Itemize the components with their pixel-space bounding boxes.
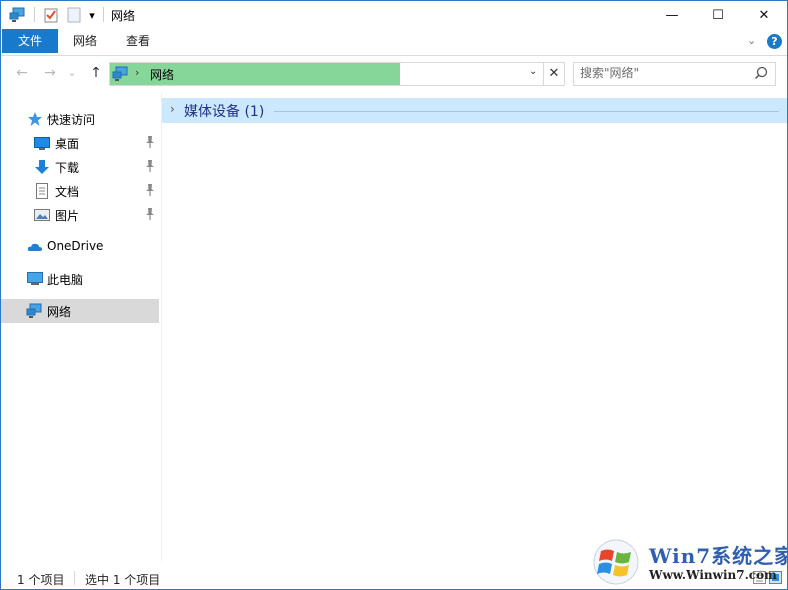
status-divider xyxy=(74,571,75,585)
content-pane: › 媒体设备 (1) xyxy=(162,93,787,561)
quick-access-dropdown-icon[interactable]: ▾ xyxy=(85,5,99,25)
nav-item-documents[interactable]: 文档 xyxy=(1,179,159,203)
breadcrumb-separator-icon[interactable]: › xyxy=(135,66,139,79)
window-title: 网络 xyxy=(111,9,136,23)
nav-item-onedrive[interactable]: OneDrive xyxy=(1,235,159,259)
download-icon xyxy=(34,159,50,175)
toolbar-divider xyxy=(34,7,35,22)
maximize-button[interactable]: ☐ xyxy=(695,1,741,29)
star-icon xyxy=(27,111,43,127)
clear-address-button[interactable]: ✕ xyxy=(543,62,565,86)
address-bar[interactable]: › 网络 ⌄ xyxy=(109,62,544,86)
tab-view[interactable]: 查看 xyxy=(115,29,161,53)
nav-item-desktop[interactable]: 桌面 xyxy=(1,131,159,155)
desktop-icon xyxy=(34,135,50,151)
up-button[interactable]: ↑ xyxy=(87,64,105,82)
back-button[interactable]: ← xyxy=(13,64,31,82)
selected-count: 选中 1 个项目 xyxy=(85,573,161,587)
windows-logo-icon xyxy=(593,539,639,585)
properties-icon[interactable] xyxy=(41,5,61,25)
nav-label: 图片 xyxy=(55,209,80,223)
close-button[interactable]: ✕ xyxy=(741,1,787,29)
pin-icon[interactable] xyxy=(144,159,156,173)
watermark: Win7系统之家 Www.Winwin7.com xyxy=(589,537,788,589)
explorer-window: ▾ 网络 — ☐ ✕ 文件 网络 查看 ⌄ ? ← → ⌄ ↑ › 网络 ⌄ ✕ xyxy=(0,0,788,590)
chevron-right-icon[interactable]: › xyxy=(170,102,175,116)
pin-icon[interactable] xyxy=(144,183,156,197)
document-icon xyxy=(34,183,50,199)
item-count: 1 个项目 xyxy=(17,573,65,587)
ribbon-tabs: 文件 网络 查看 ⌄ ? xyxy=(1,29,787,56)
address-dropdown-icon[interactable]: ⌄ xyxy=(529,66,537,77)
title-bar: ▾ 网络 — ☐ ✕ xyxy=(1,1,787,29)
forward-button[interactable]: → xyxy=(41,64,59,82)
search-input[interactable] xyxy=(580,65,750,81)
breadcrumb-network[interactable]: 网络 xyxy=(150,66,174,83)
network-icon xyxy=(112,66,130,85)
nav-label: 桌面 xyxy=(55,137,80,151)
pin-icon[interactable] xyxy=(144,135,156,149)
nav-item-downloads[interactable]: 下载 xyxy=(1,155,159,179)
new-folder-icon[interactable] xyxy=(64,5,84,25)
network-icon xyxy=(26,303,42,319)
group-divider xyxy=(274,111,779,112)
watermark-url: Www.Winwin7.com xyxy=(649,568,777,582)
search-icon[interactable] xyxy=(754,66,768,83)
nav-item-network[interactable]: 网络 xyxy=(1,299,159,323)
help-icon[interactable]: ? xyxy=(767,34,782,49)
nav-label: OneDrive xyxy=(47,239,104,253)
pin-icon[interactable] xyxy=(144,207,156,221)
nav-label: 此电脑 xyxy=(47,273,84,287)
group-label: 媒体设备 (1) xyxy=(184,104,265,120)
tab-network[interactable]: 网络 xyxy=(61,29,109,53)
navigation-pane: 快速访问 桌面 下载 文档 图片 OneDrive 此电脑 网络 xyxy=(1,93,162,561)
pictures-icon xyxy=(34,207,50,223)
computer-icon xyxy=(27,271,43,287)
search-box[interactable] xyxy=(573,62,776,86)
nav-label: 文档 xyxy=(55,185,80,199)
group-header-media-devices[interactable]: › 媒体设备 (1) xyxy=(162,98,787,123)
nav-label: 网络 xyxy=(47,305,72,319)
nav-label: 下载 xyxy=(55,161,80,175)
nav-label: 快速访问 xyxy=(47,113,96,127)
recent-locations-button[interactable]: ⌄ xyxy=(65,64,79,82)
toolbar-divider xyxy=(103,7,104,22)
tab-file[interactable]: 文件 xyxy=(2,29,58,53)
watermark-title: Win7系统之家 xyxy=(649,544,788,568)
minimize-button[interactable]: — xyxy=(649,1,695,29)
nav-item-pictures[interactable]: 图片 xyxy=(1,203,159,227)
expand-ribbon-icon[interactable]: ⌄ xyxy=(747,34,756,47)
nav-item-this-pc[interactable]: 此电脑 xyxy=(1,267,159,291)
network-icon[interactable] xyxy=(7,5,29,25)
nav-item-quick-access[interactable]: 快速访问 xyxy=(1,107,159,131)
cloud-icon xyxy=(27,239,43,255)
